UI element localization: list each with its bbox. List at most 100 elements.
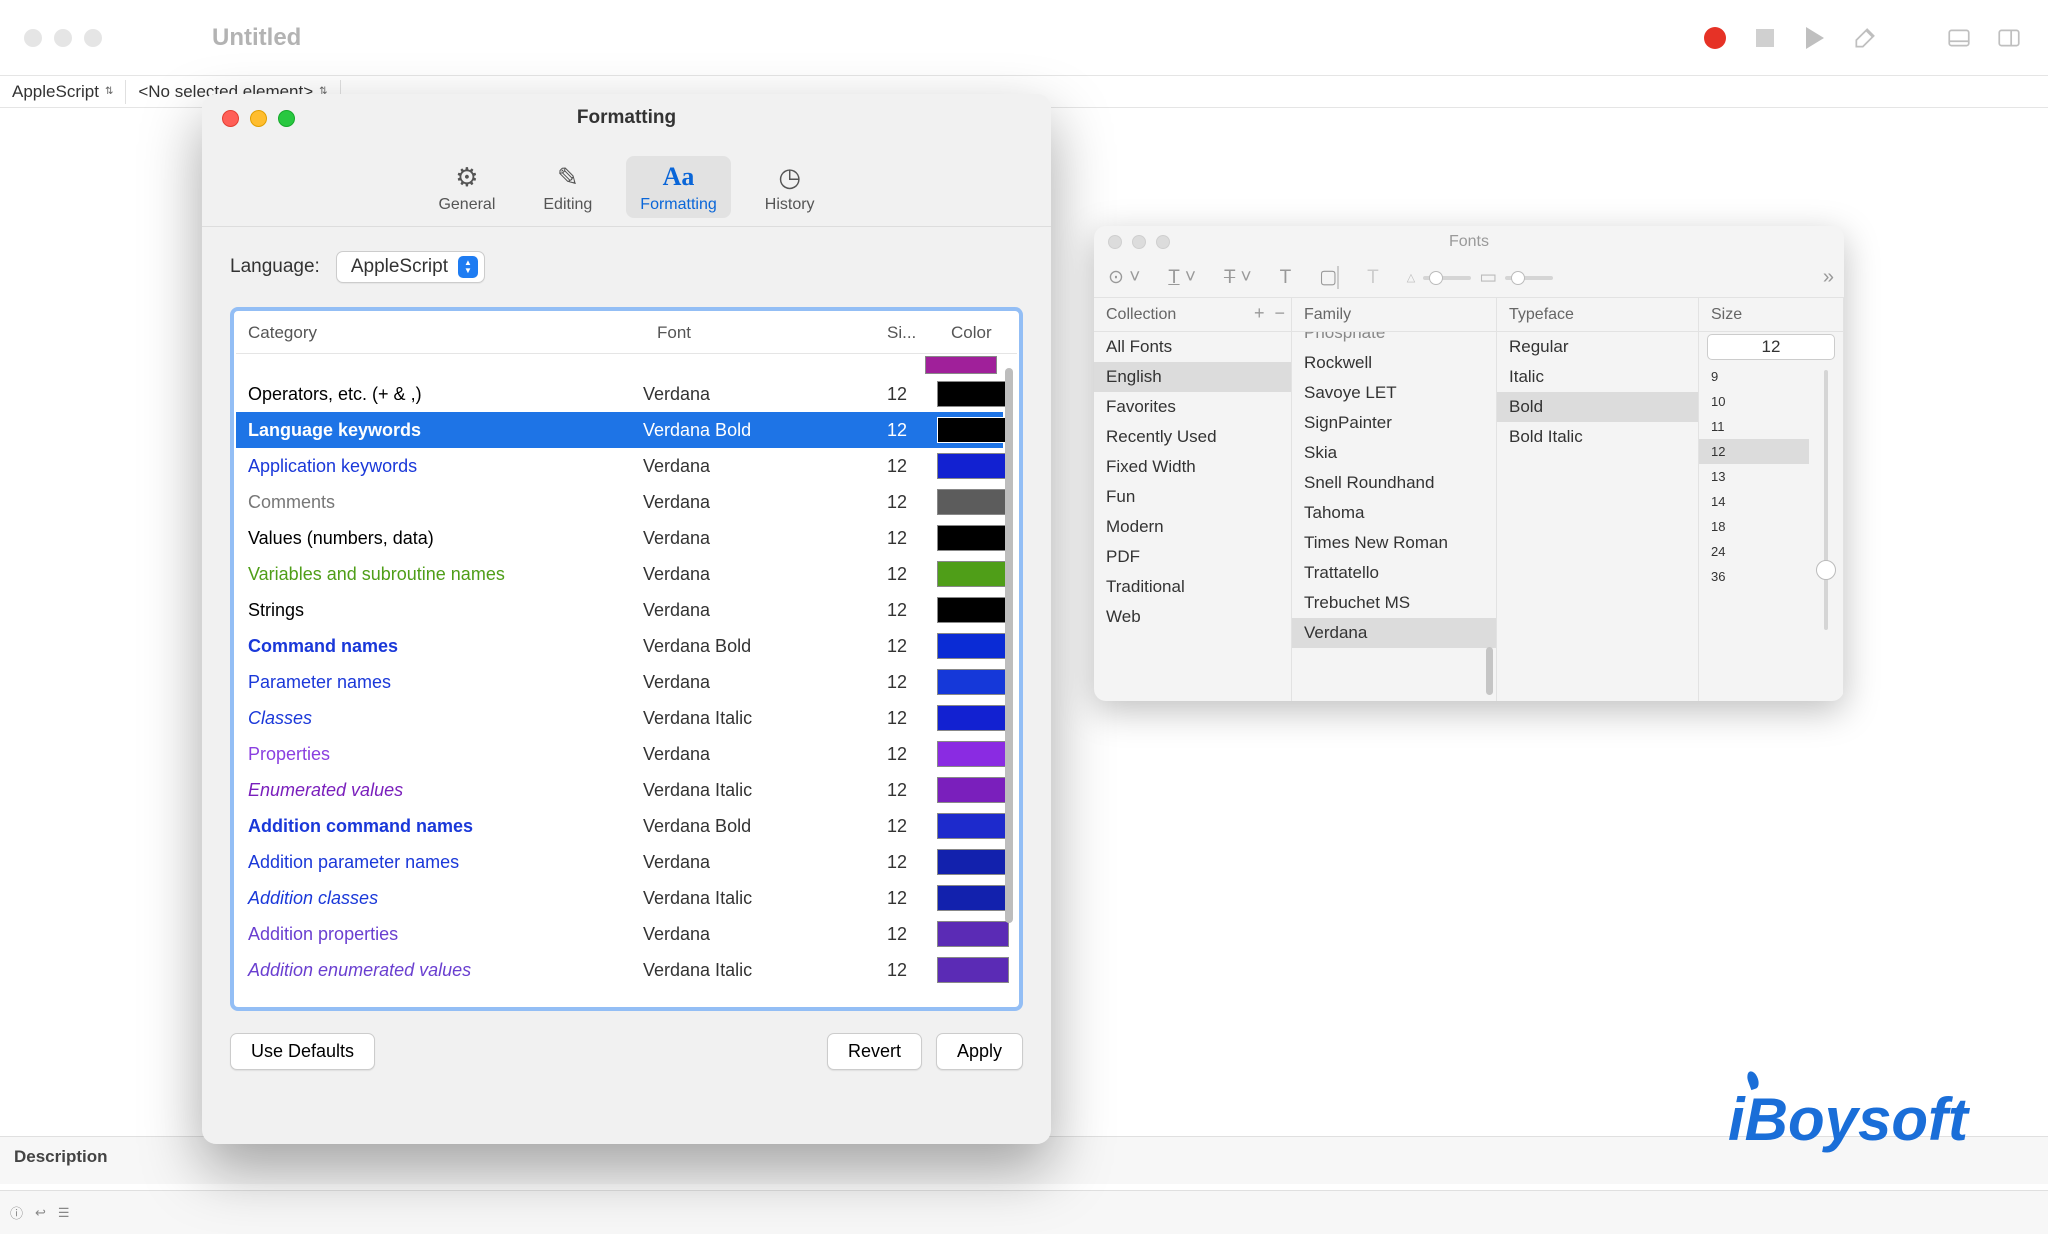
table-row[interactable]: Addition classesVerdana Italic12 [236,880,1003,916]
zoom-icon[interactable] [84,29,102,47]
zoom-icon[interactable] [1156,235,1170,249]
table-row[interactable]: Addition propertiesVerdana12 [236,916,1003,952]
color-swatch[interactable] [937,705,1009,731]
tab-formatting[interactable]: Aa Formatting [626,156,730,218]
list-item[interactable]: Traditional [1094,572,1291,602]
color-swatch[interactable] [937,885,1009,911]
list-item[interactable]: 9 [1699,364,1809,389]
table-row[interactable]: Addition parameter namesVerdana12 [236,844,1003,880]
table-row[interactable]: PropertiesVerdana12 [236,736,1003,772]
col-color[interactable]: Color [939,313,1017,353]
strikethrough-icon[interactable]: T ˅ [1224,267,1252,289]
table-row[interactable]: CommentsVerdana12 [236,484,1003,520]
list-item[interactable]: 14 [1699,489,1809,514]
color-swatch[interactable] [937,849,1009,875]
size-list[interactable]: 91011121314182436 [1699,364,1809,701]
color-swatch[interactable] [925,356,997,374]
pref-traffic-lights[interactable] [222,110,295,127]
return-icon[interactable]: ↩ [35,1205,46,1221]
category-table-body[interactable]: Operators, etc. (+ & ,)Verdana12Language… [236,354,1017,1005]
shadow-sliders[interactable]: △ ▭ [1407,266,1553,289]
play-button[interactable] [1800,23,1830,53]
traffic-lights-inactive[interactable] [24,29,102,47]
color-swatch[interactable] [937,633,1009,659]
table-row[interactable]: StringsVerdana12 [236,592,1003,628]
table-row[interactable]: Addition enumerated valuesVerdana Italic… [236,952,1003,988]
color-swatch[interactable] [937,777,1009,803]
list-item[interactable]: SignPainter [1292,408,1496,438]
list-item[interactable]: Trattatello [1292,558,1496,588]
fonts-traffic-lights[interactable] [1108,235,1170,249]
list-item[interactable]: Times New Roman [1292,528,1496,558]
table-row[interactable]: Enumerated valuesVerdana Italic12 [236,772,1003,808]
color-swatch[interactable] [937,417,1009,443]
family-list[interactable]: PhosphateRockwellSavoye LETSignPainterSk… [1292,332,1496,701]
list-item[interactable]: Fun [1094,482,1291,512]
stop-button[interactable] [1750,23,1780,53]
list-item[interactable]: Bold [1497,392,1698,422]
language-select[interactable]: AppleScript ▲▼ [336,251,485,283]
minimize-icon[interactable] [54,29,72,47]
text-color-icon[interactable]: T [1280,267,1292,289]
list-item[interactable]: Regular [1497,332,1698,362]
list-item[interactable]: Bold Italic [1497,422,1698,452]
list-item[interactable]: 13 [1699,464,1809,489]
table-row-peek[interactable] [236,354,1003,376]
list-item[interactable]: Favorites [1094,392,1291,422]
collection-list[interactable]: All FontsEnglishFavoritesRecently UsedFi… [1094,332,1291,701]
list-item[interactable]: Italic [1497,362,1698,392]
list-item[interactable]: 36 [1699,564,1809,589]
use-defaults-button[interactable]: Use Defaults [230,1033,375,1070]
list-item[interactable]: 11 [1699,414,1809,439]
list-item[interactable]: Recently Used [1094,422,1291,452]
color-swatch[interactable] [937,597,1009,623]
color-swatch[interactable] [937,525,1009,551]
list-item[interactable]: Snell Roundhand [1292,468,1496,498]
table-row[interactable]: Values (numbers, data)Verdana12 [236,520,1003,556]
minimize-icon[interactable] [250,110,267,127]
remove-collection-icon[interactable]: − [1274,303,1285,324]
doc-color-icon[interactable]: ▢ [1319,266,1339,289]
scrollbar-thumb[interactable] [1486,647,1493,695]
list-item[interactable]: Skia [1292,438,1496,468]
add-collection-icon[interactable]: + [1254,303,1265,324]
scrollbar-thumb[interactable] [1005,368,1013,923]
typeface-list[interactable]: RegularItalicBoldBold Italic [1497,332,1698,701]
apply-button[interactable]: Apply [936,1033,1023,1070]
color-swatch[interactable] [937,813,1009,839]
list-item[interactable]: PDF [1094,542,1291,572]
table-row[interactable]: ClassesVerdana Italic12 [236,700,1003,736]
color-swatch[interactable] [937,489,1009,515]
list-item[interactable]: Fixed Width [1094,452,1291,482]
action-menu-icon[interactable]: ⊙ ˅ [1108,266,1140,289]
table-row[interactable]: Variables and subroutine namesVerdana12 [236,556,1003,592]
tab-general[interactable]: ⚙︎ General [424,156,509,218]
color-swatch[interactable] [937,561,1009,587]
list-item[interactable]: 24 [1699,539,1809,564]
list-item[interactable]: Savoye LET [1292,378,1496,408]
scrollbar[interactable] [1005,364,1013,995]
language-dropdown[interactable]: AppleScript ⇅ [0,80,126,104]
scrollbar[interactable] [1486,338,1493,695]
size-input[interactable]: 12 [1707,334,1835,360]
tab-history[interactable]: ◷ History [751,156,829,218]
close-icon[interactable] [24,29,42,47]
record-button[interactable] [1700,23,1730,53]
color-swatch[interactable] [937,957,1009,983]
col-size[interactable]: Si... [875,313,939,353]
slider-knob[interactable] [1816,560,1836,580]
list-item[interactable]: 10 [1699,389,1809,414]
list-icon[interactable]: ☰ [58,1205,70,1221]
list-item[interactable]: Modern [1094,512,1291,542]
table-row[interactable]: Operators, etc. (+ & ,)Verdana12 [236,376,1003,412]
table-row[interactable]: Language keywordsVerdana Bold12 [236,412,1003,448]
revert-button[interactable]: Revert [827,1033,922,1070]
color-swatch[interactable] [937,741,1009,767]
color-swatch[interactable] [937,381,1009,407]
list-item[interactable]: Tahoma [1292,498,1496,528]
list-item[interactable]: English [1094,362,1291,392]
list-item[interactable]: 12 [1699,439,1809,464]
color-swatch[interactable] [937,921,1009,947]
col-category[interactable]: Category [236,313,645,353]
expand-icon[interactable]: » [1823,266,1830,289]
